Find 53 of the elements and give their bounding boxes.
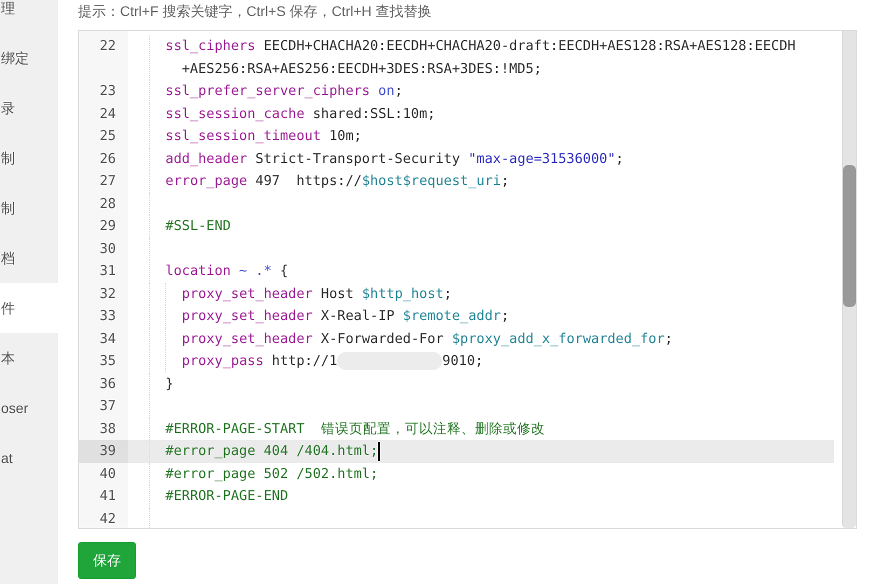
line-number: 42 xyxy=(98,510,117,528)
line-number: 32 xyxy=(98,284,117,304)
code-editor[interactable] xyxy=(78,30,857,529)
code-line: error_page 497 https://$host$request_uri; xyxy=(165,172,510,191)
code-line: ssl_session_cache shared:SSL:10m; xyxy=(165,104,436,124)
line-number: 27 xyxy=(98,172,117,191)
line-number: 30 xyxy=(98,240,117,258)
sidebar-item[interactable]: 制 xyxy=(0,183,58,233)
code-line: ssl_ciphers EECDH+CHACHA20:EECDH+CHACHA20-draft:EECDH+AES128:RSA+AES128:EECDH+AES256:RSA+AES256:EECDH+3DES:RSA+3DES:!MD5; xyxy=(165,37,797,78)
line-number: 26 xyxy=(98,150,117,168)
code-line: } xyxy=(165,374,175,394)
code-line: #SSL-END xyxy=(165,217,231,236)
line-number: 34 xyxy=(98,330,117,348)
hint-text: 提示：Ctrl+F 搜索关键字，Ctrl+S 保存，Ctrl+H 查找替换 xyxy=(78,2,433,21)
code-line: proxy_set_header Host $http_host; xyxy=(182,284,452,304)
sidebar-item[interactable]: oser xyxy=(0,383,58,433)
code-line: #ERROR-PAGE-START 错误页配置，可以注释、删除或修改 xyxy=(165,420,545,438)
line-number: 24 xyxy=(98,104,117,124)
line-number: 35 xyxy=(98,352,117,371)
line-number: 37 xyxy=(98,397,117,416)
sidebar-item[interactable]: 绑定 xyxy=(0,33,58,83)
text-cursor xyxy=(378,442,380,461)
code-line: proxy_set_header X-Real-IP $remote_addr; xyxy=(182,307,510,326)
line-number: 28 xyxy=(98,194,117,214)
scrollbar-thumb[interactable] xyxy=(843,165,856,307)
sidebar-item[interactable]: 制 xyxy=(0,133,58,183)
line-number: 36 xyxy=(98,374,117,394)
sidebar-item[interactable]: 本 xyxy=(0,333,58,383)
line-number: 38 xyxy=(98,420,117,438)
code-line: #ERROR-PAGE-END xyxy=(165,487,288,506)
line-number: 25 xyxy=(98,127,117,146)
code-line: proxy_set_header X-Forwarded-For $proxy_add_x_forwarded_for; xyxy=(182,330,673,348)
line-number: 29 xyxy=(98,217,117,236)
line-number: 33 xyxy=(98,307,117,326)
code-line: ssl_prefer_server_ciphers on; xyxy=(165,82,403,101)
code-line: #error_page 404 /404.html; xyxy=(165,442,378,461)
sidebar-item[interactable]: 录 xyxy=(0,83,58,133)
line-number: 39 xyxy=(79,440,128,462)
line-number: 22 xyxy=(98,37,117,56)
scrollbar[interactable] xyxy=(842,31,856,528)
code-line: add_header Strict-Transport-Security "max-age=31536000"; xyxy=(165,150,624,168)
sidebar-item[interactable]: 件 xyxy=(0,283,58,333)
sidebar-item[interactable]: 档 xyxy=(0,233,58,283)
line-number: 40 xyxy=(98,464,117,484)
code-line: #error_page 502 /502.html; xyxy=(165,464,378,484)
sidebar-item[interactable]: 理 xyxy=(0,0,58,33)
line-number: 23 xyxy=(98,82,117,101)
code-line: ssl_session_timeout 10m; xyxy=(165,127,362,146)
line-number: 41 xyxy=(98,487,117,506)
code-line: proxy_pass http://1 9010; xyxy=(182,351,484,372)
sidebar-item[interactable]: at xyxy=(0,433,58,483)
line-number: 31 xyxy=(98,262,117,281)
code-line: location ~ .* { xyxy=(165,262,288,281)
